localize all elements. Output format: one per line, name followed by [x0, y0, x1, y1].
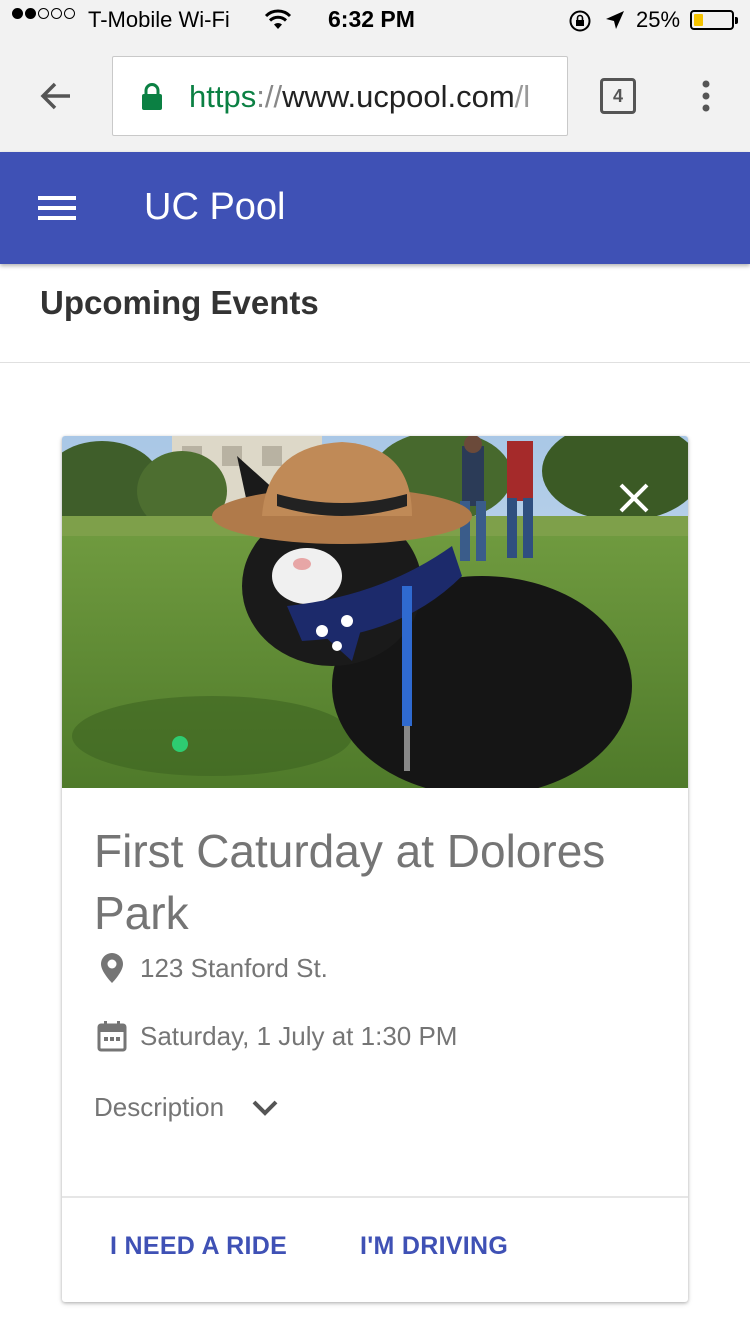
padlock-icon — [141, 83, 163, 116]
close-icon[interactable] — [618, 482, 650, 514]
card-divider — [62, 1196, 688, 1198]
carrier-name: T-Mobile Wi-Fi — [88, 7, 230, 32]
battery-percent: 25% — [636, 7, 681, 32]
map-pin-icon — [94, 950, 130, 986]
status-bar: T-Mobile Wi-Fi 6:32 PM 25% — [0, 0, 750, 40]
app-bar: UC Pool — [0, 152, 750, 264]
event-location: 123 Stanford St. — [94, 950, 328, 986]
description-label: Description — [94, 1092, 225, 1122]
chevron-down-icon — [252, 1099, 278, 1117]
wifi-icon — [264, 9, 292, 37]
app-title: UC Pool — [144, 186, 286, 228]
location-text: 123 Stanford St. — [140, 952, 328, 983]
location-arrow-icon — [604, 9, 626, 37]
url-bar[interactable]: https://www.ucpool.com/l — [112, 56, 568, 136]
battery-icon — [690, 10, 738, 30]
event-card: First Caturday at Dolores Park 123 Stanf… — [62, 436, 688, 1302]
datetime-text: Saturday, 1 July at 1:30 PM — [140, 1020, 458, 1051]
clock: 6:32 PM — [328, 6, 415, 32]
signal-strength — [12, 8, 75, 19]
description-toggle[interactable]: Description — [94, 1092, 278, 1123]
url-path: /l — [514, 79, 531, 114]
browser-toolbar: https://www.ucpool.com/l 4 — [0, 40, 750, 152]
driving-button[interactable]: I'M DRIVING — [360, 1232, 508, 1261]
need-ride-button[interactable]: I NEED A RIDE — [110, 1232, 287, 1261]
url-host: www.ucpool.com — [282, 79, 515, 114]
rotation-lock-icon — [568, 9, 592, 39]
overflow-menu-icon[interactable] — [694, 76, 718, 116]
url-separator: :// — [256, 79, 283, 114]
event-datetime: Saturday, 1 July at 1:30 PM — [94, 1018, 457, 1054]
tab-switcher-button[interactable]: 4 — [600, 78, 636, 114]
url-text: https://www.ucpool.com/l — [189, 79, 530, 115]
url-scheme: https — [189, 79, 257, 114]
calendar-icon — [94, 1018, 130, 1054]
back-arrow-icon[interactable] — [36, 76, 76, 116]
event-title: First Caturday at Dolores Park — [94, 825, 606, 939]
section-title: Upcoming Events — [40, 284, 319, 321]
section-divider — [0, 362, 750, 363]
event-photo — [62, 436, 688, 788]
hamburger-menu-icon[interactable] — [38, 192, 76, 224]
